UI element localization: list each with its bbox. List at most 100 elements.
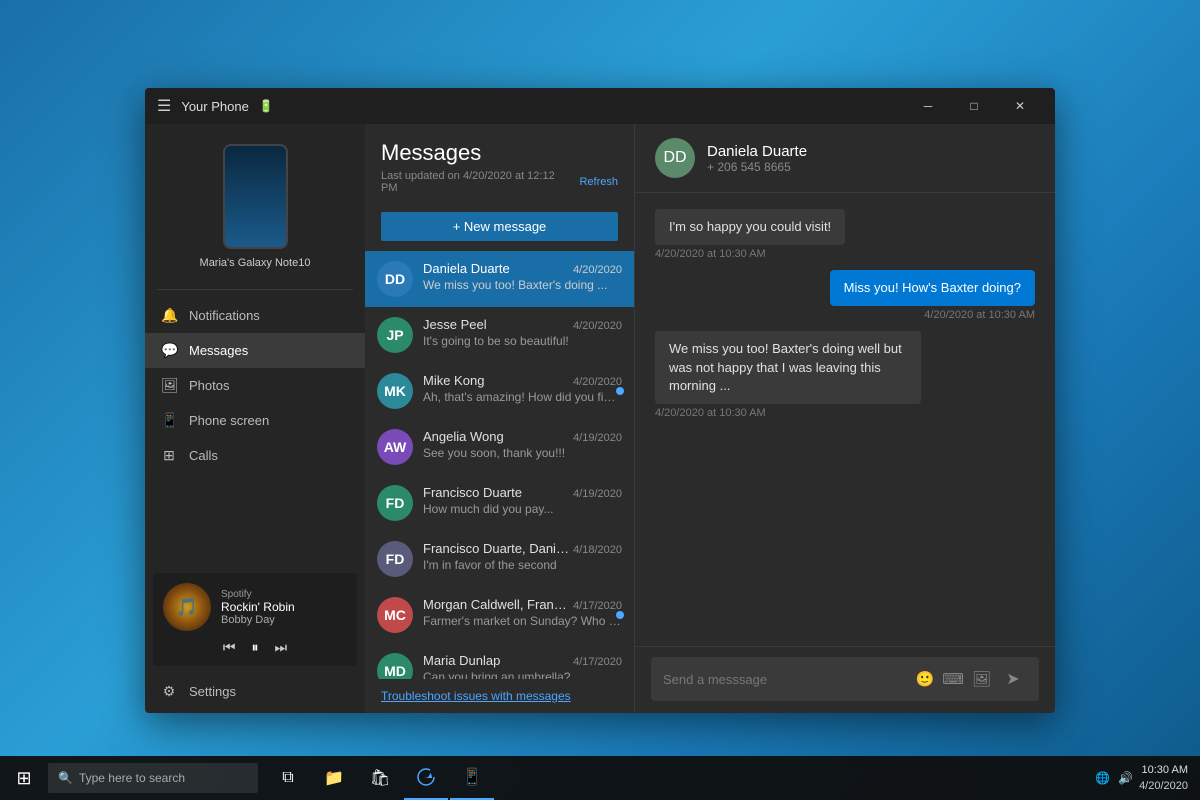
prev-button[interactable]: ⏮ xyxy=(223,639,236,656)
conversation-item[interactable]: MK Mike Kong 4/20/2020 Ah, that's amazin… xyxy=(365,363,634,419)
chat-header: DD Daniela Duarte + 206 545 8665 xyxy=(635,124,1055,193)
contact-avatar: DD xyxy=(655,138,695,178)
avatar: MC xyxy=(377,597,413,633)
calls-icon: ⊞ xyxy=(161,447,177,464)
conv-body: Daniela Duarte 4/20/2020 We miss you too… xyxy=(423,261,622,292)
sidebar-label-phone-screen: Phone screen xyxy=(189,413,269,428)
music-player: 🎵 Spotify Rockin' Robin Bobby Day ⏮ ⏸ ⏭ xyxy=(153,573,357,666)
taskbar-clock[interactable]: 10:30 AM 4/20/2020 xyxy=(1139,762,1188,795)
conv-preview: We miss you too! Baxter's doing ... xyxy=(423,278,622,292)
conv-preview: See you soon, thank you!!! xyxy=(423,446,622,460)
chat-input-row: 🙂 ⌨ 🖼 ➤ xyxy=(651,657,1039,701)
avatar: FD xyxy=(377,541,413,577)
start-button[interactable]: ⊞ xyxy=(0,756,48,800)
music-controls: ⏮ ⏸ ⏭ xyxy=(163,639,347,656)
conversation-item[interactable]: FD Francisco Duarte 4/19/2020 How much d… xyxy=(365,475,634,531)
conversation-item[interactable]: AW Angelia Wong 4/19/2020 See you soon, … xyxy=(365,419,634,475)
settings-icon: ⚙ xyxy=(161,683,177,700)
messages-header: Messages Last updated on 4/20/2020 at 12… xyxy=(365,124,634,204)
message-time: 4/20/2020 at 10:30 AM xyxy=(924,309,1035,321)
sidebar-item-messages[interactable]: 💬 Messages xyxy=(145,333,365,368)
sidebar-label-settings: Settings xyxy=(189,684,236,699)
avatar: MK xyxy=(377,373,413,409)
last-updated-text: Last updated on 4/20/2020 at 12:12 PM xyxy=(381,170,573,194)
phone-preview: Maria's Galaxy Note10 xyxy=(145,124,365,289)
conv-preview: How much did you pay... xyxy=(423,502,622,516)
network-icon: 🌐 xyxy=(1095,771,1110,785)
system-tray-icons: 🌐 🔊 xyxy=(1095,771,1133,785)
window-title: Your Phone xyxy=(181,99,248,114)
conv-name: Daniela Duarte xyxy=(423,261,510,276)
conv-name: Francisco Duarte xyxy=(423,485,522,500)
phone-name: Maria's Galaxy Note10 xyxy=(200,257,311,269)
conv-preview: It's going to be so beautiful! xyxy=(423,334,622,348)
troubleshoot-link[interactable]: Troubleshoot issues with messages xyxy=(365,679,634,713)
messages-subtitle: Last updated on 4/20/2020 at 12:12 PM Re… xyxy=(381,170,618,194)
conv-name: Morgan Caldwell, Francisco ... xyxy=(423,597,573,612)
conversation-item[interactable]: FD Francisco Duarte, Daniela ... 4/18/20… xyxy=(365,531,634,587)
window-controls: ─ □ ✕ xyxy=(905,88,1043,124)
your-phone-button[interactable]: 📱 xyxy=(450,756,494,800)
phone-screen-icon: 📱 xyxy=(161,412,177,429)
conv-body: Francisco Duarte 4/19/2020 How much did … xyxy=(423,485,622,516)
send-button[interactable]: ➤ xyxy=(999,665,1027,693)
chat-input-area: 🙂 ⌨ 🖼 ➤ xyxy=(635,646,1055,713)
conversation-item[interactable]: MC Morgan Caldwell, Francisco ... 4/17/2… xyxy=(365,587,634,643)
battery-icon: 🔋 xyxy=(259,99,274,113)
conv-date: 4/20/2020 xyxy=(573,264,622,276)
chat-messages: I'm so happy you could visit! 4/20/2020 … xyxy=(635,193,1055,646)
chat-panel: DD Daniela Duarte + 206 545 8665 I'm so … xyxy=(635,124,1055,713)
hamburger-icon[interactable]: ☰ xyxy=(157,96,171,116)
conv-name: Francisco Duarte, Daniela ... xyxy=(423,541,573,556)
message-incoming: We miss you too! Baxter's doing well but… xyxy=(655,331,1035,419)
keyboard-icon[interactable]: ⌨ xyxy=(942,670,964,688)
avatar: MD xyxy=(377,653,413,679)
sidebar-item-phone-screen[interactable]: 📱 Phone screen xyxy=(145,403,365,438)
conversation-list: DD Daniela Duarte 4/20/2020 We miss you … xyxy=(365,251,634,679)
taskbar-search[interactable]: 🔍 Type here to search xyxy=(48,763,258,793)
close-button[interactable]: ✕ xyxy=(997,88,1043,124)
conv-date: 4/17/2020 xyxy=(573,600,622,612)
music-title: Rockin' Robin xyxy=(221,600,347,614)
sidebar-item-settings[interactable]: ⚙ Settings xyxy=(145,674,365,709)
emoji-icon[interactable]: 🙂 xyxy=(916,670,935,688)
next-button[interactable]: ⏭ xyxy=(275,639,288,656)
sidebar: Maria's Galaxy Note10 🔔 Notifications 💬 … xyxy=(145,124,365,713)
conv-preview: Ah, that's amazing! How did you find him… xyxy=(423,390,622,404)
edge-button[interactable] xyxy=(404,756,448,800)
conv-date: 4/20/2020 xyxy=(573,376,622,388)
sidebar-item-calls[interactable]: ⊞ Calls xyxy=(145,438,365,473)
volume-icon: 🔊 xyxy=(1118,771,1133,785)
sidebar-item-notifications[interactable]: 🔔 Notifications xyxy=(145,298,365,333)
sidebar-item-photos[interactable]: 🖼 Photos xyxy=(145,368,365,403)
taskbar-apps: ⧉ 📁 🛍 📱 xyxy=(266,756,494,800)
notifications-icon: 🔔 xyxy=(161,307,177,324)
image-icon[interactable]: 🖼 xyxy=(972,670,991,688)
album-art: 🎵 xyxy=(163,583,211,631)
sidebar-label-notifications: Notifications xyxy=(189,308,260,323)
conversation-item[interactable]: DD Daniela Duarte 4/20/2020 We miss you … xyxy=(365,251,634,307)
message-bubble: I'm so happy you could visit! xyxy=(655,209,845,245)
conv-date: 4/17/2020 xyxy=(573,656,622,668)
music-artist: Bobby Day xyxy=(221,614,347,626)
conv-date: 4/20/2020 xyxy=(573,320,622,332)
maximize-button[interactable]: □ xyxy=(951,88,997,124)
message-bubble: Miss you! How's Baxter doing? xyxy=(830,270,1035,306)
conversation-item[interactable]: JP Jesse Peel 4/20/2020 It's going to be… xyxy=(365,307,634,363)
conv-body: Mike Kong 4/20/2020 Ah, that's amazing! … xyxy=(423,373,622,404)
sidebar-label-messages: Messages xyxy=(189,343,248,358)
conv-name: Maria Dunlap xyxy=(423,653,500,668)
play-pause-button[interactable]: ⏸ xyxy=(252,639,259,656)
music-info: 🎵 Spotify Rockin' Robin Bobby Day xyxy=(163,583,347,631)
refresh-link[interactable]: Refresh xyxy=(579,176,618,188)
conv-body: Jesse Peel 4/20/2020 It's going to be so… xyxy=(423,317,622,348)
message-input[interactable] xyxy=(663,672,908,687)
file-explorer-button[interactable]: 📁 xyxy=(312,756,356,800)
unread-dot xyxy=(616,387,624,395)
minimize-button[interactable]: ─ xyxy=(905,88,951,124)
new-message-button[interactable]: + New message xyxy=(381,212,618,241)
conversation-item[interactable]: MD Maria Dunlap 4/17/2020 Can you bring … xyxy=(365,643,634,679)
task-view-button[interactable]: ⧉ xyxy=(266,756,310,800)
conv-date: 4/19/2020 xyxy=(573,488,622,500)
store-button[interactable]: 🛍 xyxy=(358,756,402,800)
